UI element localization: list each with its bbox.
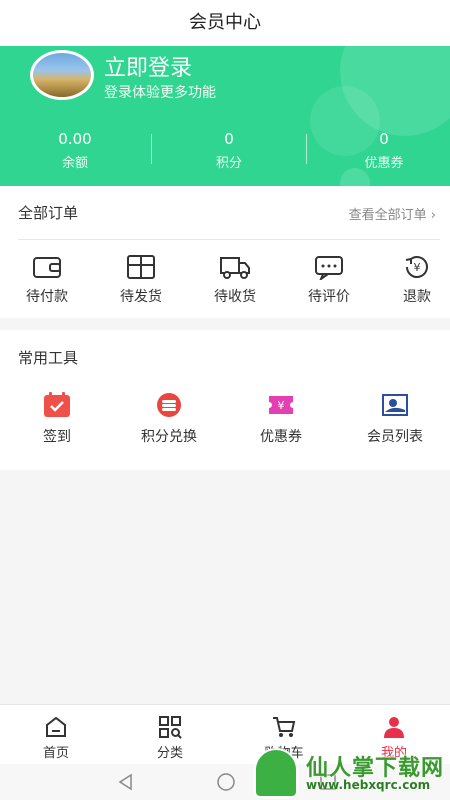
tools-title: 常用工具 xyxy=(18,349,79,367)
truck-icon xyxy=(220,257,250,279)
tool-label: 优惠券 xyxy=(260,429,302,445)
view-all-orders-link[interactable]: 查看全部订单 › xyxy=(349,204,436,223)
divider xyxy=(306,134,307,164)
page-title: 会员中心 xyxy=(0,0,450,46)
orders-card: 全部订单 查看全部订单 › 待付款 待发货 待收货 待评价 ¥ 退款 xyxy=(0,186,450,318)
category-icon xyxy=(159,716,182,739)
tools-row: 签到 积分兑换 ¥ 优惠券 会员列表 xyxy=(0,392,450,452)
login-subtitle: 登录体验更多功能 xyxy=(104,85,216,101)
order-status-row: 待付款 待发货 待收货 待评价 ¥ 退款 xyxy=(0,254,450,314)
orders-title: 全部订单 xyxy=(18,204,79,222)
tab-home[interactable]: 首页 xyxy=(0,715,112,761)
stat-value: 0 xyxy=(224,130,234,148)
order-pending-review[interactable]: 待评价 xyxy=(284,254,374,306)
stat-label: 积分 xyxy=(215,156,242,171)
stat-label: 优惠券 xyxy=(364,156,404,171)
comment-icon xyxy=(315,256,343,280)
tools-card: 常用工具 签到 积分兑换 ¥ 优惠券 会员列表 xyxy=(0,330,450,470)
order-pending-shipment[interactable]: 待发货 xyxy=(96,254,186,306)
tool-coupons[interactable]: ¥ 优惠券 xyxy=(226,392,336,446)
svg-text:¥: ¥ xyxy=(414,261,421,274)
divider xyxy=(151,134,152,164)
order-status-label: 待收货 xyxy=(214,289,256,305)
tool-points-exchange[interactable]: 积分兑换 xyxy=(114,392,224,446)
order-status-label: 待付款 xyxy=(26,289,68,305)
profile-header: 立即登录 登录体验更多功能 0.00 余额 0 积分 0 优惠券 xyxy=(0,46,450,186)
order-status-label: 待发货 xyxy=(120,289,162,305)
back-icon[interactable] xyxy=(116,772,136,796)
divider xyxy=(18,239,440,240)
login-button[interactable]: 立即登录 xyxy=(104,50,192,82)
stat-label: 余额 xyxy=(61,156,88,171)
tab-label: 首页 xyxy=(42,746,69,761)
watermark-logo: 仙人掌下载网 www.hebxqrc.com xyxy=(250,748,446,798)
stat-value: 0.00 xyxy=(58,130,92,148)
cart-icon xyxy=(273,717,296,737)
avatar[interactable] xyxy=(30,50,94,100)
member-card-icon xyxy=(382,394,408,416)
calendar-icon xyxy=(44,392,70,417)
account-stats: 0.00 余额 0 积分 0 优惠券 xyxy=(0,130,450,174)
order-status-label: 退款 xyxy=(403,289,431,305)
home-circle-icon[interactable] xyxy=(216,772,236,796)
svg-text:¥: ¥ xyxy=(278,399,285,412)
watermark-url: www.hebxqrc.com xyxy=(306,778,431,792)
order-pending-payment[interactable]: 待付款 xyxy=(2,254,92,306)
orders-header: 全部订单 查看全部订单 › xyxy=(0,186,450,238)
coupon-icon: ¥ xyxy=(269,396,293,414)
stat-coupons[interactable]: 0 优惠券 xyxy=(309,130,450,171)
package-icon xyxy=(127,255,155,279)
user-icon xyxy=(384,717,404,738)
home-icon xyxy=(46,716,66,737)
tool-member-list[interactable]: 会员列表 xyxy=(340,392,450,446)
stat-balance[interactable]: 0.00 余额 xyxy=(0,130,150,171)
tab-category[interactable]: 分类 xyxy=(114,715,226,761)
coins-icon xyxy=(157,393,181,417)
cactus-icon xyxy=(254,748,298,798)
order-pending-receipt[interactable]: 待收货 xyxy=(190,254,280,306)
refund-icon: ¥ xyxy=(405,256,428,278)
tool-label: 积分兑换 xyxy=(141,429,197,445)
tab-label: 分类 xyxy=(156,746,183,761)
stat-points[interactable]: 0 积分 xyxy=(154,130,304,171)
order-status-label: 待评价 xyxy=(308,289,350,305)
tool-label: 会员列表 xyxy=(367,429,423,445)
tool-label: 签到 xyxy=(43,429,71,445)
wallet-icon xyxy=(33,257,61,278)
stat-value: 0 xyxy=(379,130,389,148)
order-refund[interactable]: ¥ 退款 xyxy=(372,254,450,306)
tool-checkin[interactable]: 签到 xyxy=(2,392,112,446)
